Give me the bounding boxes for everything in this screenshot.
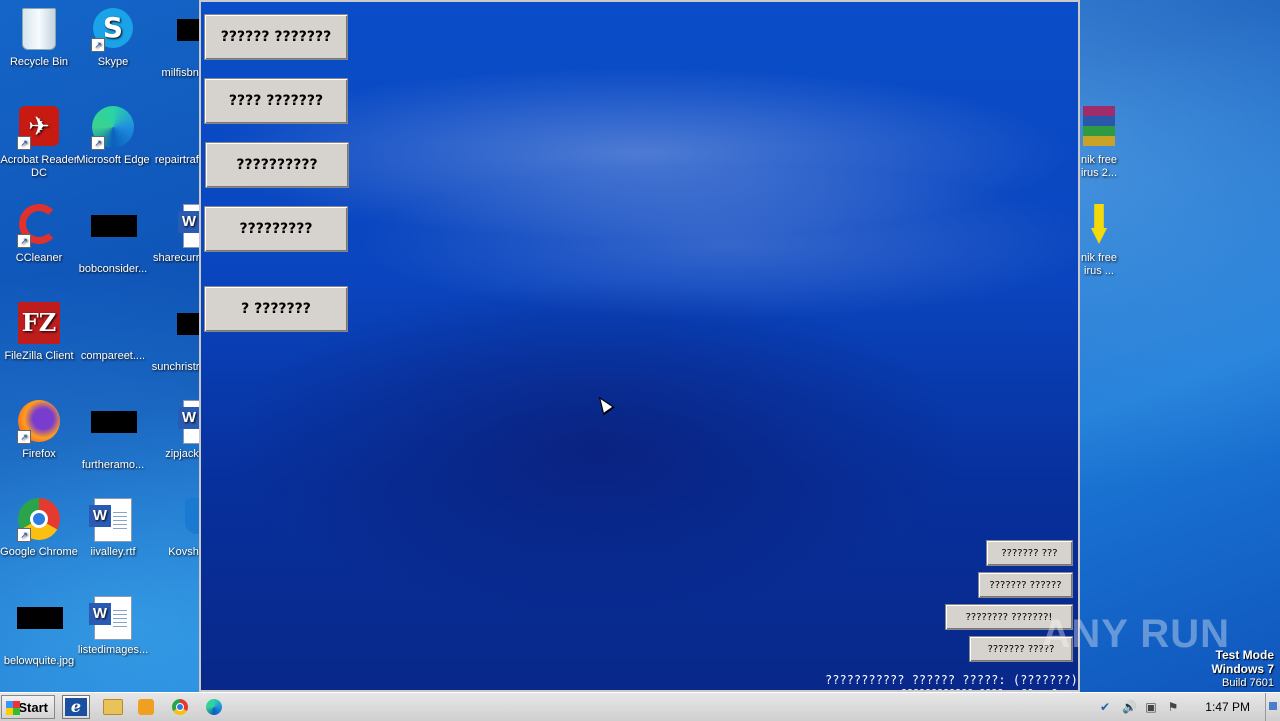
desktop-icon-label: Recycle Bin	[9, 56, 69, 68]
volume-icon[interactable]: 🔊	[1122, 700, 1137, 714]
taskbar-app-ie[interactable]: e	[62, 695, 90, 719]
winrar-icon	[1077, 106, 1121, 150]
desktop-icon-ccleaner[interactable]: ↗ CCleaner	[0, 204, 78, 265]
desktop-icon-firefox[interactable]: ↗ Firefox	[0, 400, 78, 461]
start-button[interactable]: Start	[1, 695, 55, 719]
menu-button-2[interactable]: ???? ???????	[204, 78, 348, 124]
desktop-icon-label: nik free irus ...	[1080, 252, 1118, 277]
menu-button-1[interactable]: ?????? ???????	[204, 14, 348, 60]
mouse-cursor-icon	[593, 392, 615, 416]
test-mode-notice: Test Mode Windows 7 Build 7601	[1211, 648, 1274, 690]
desktop-icon-chrome[interactable]: ↗ Google Chrome	[0, 498, 78, 559]
desktop-icon-skype[interactable]: S ↗ Skype	[74, 8, 152, 69]
chrome-icon: ↗	[17, 498, 61, 542]
show-desktop-button[interactable]	[1265, 693, 1280, 721]
ie-icon: e	[65, 698, 87, 716]
taskbar: Start e ✔ 🔊 ▣ ⚑ 1:47 PM	[0, 692, 1280, 721]
word-document-icon	[155, 204, 221, 248]
download-arrow-icon	[1077, 204, 1121, 248]
desktop-icon-recycle-bin[interactable]: Recycle Bin	[0, 8, 78, 69]
desktop-icon-label: Acrobat Reader DC	[0, 154, 78, 179]
desktop-icon-bobconsider[interactable]: bobconsider...	[74, 204, 152, 276]
app-window: ?????? ??????? ???? ??????? ?????????? ?…	[199, 0, 1080, 692]
desktop-icon-filezilla[interactable]: FZ FileZilla Client	[0, 302, 78, 363]
network-status-icon[interactable]: ✔	[1098, 700, 1112, 714]
folder-icon	[103, 699, 123, 715]
filezilla-icon: FZ	[17, 302, 61, 346]
build-line: Build 7601	[1222, 677, 1274, 689]
desktop-icon-acrobat[interactable]: ✈ ↗ Acrobat Reader DC	[0, 106, 78, 180]
desktop-icon-label: belowquite.jpg	[3, 655, 75, 667]
action-center-flag-icon[interactable]: ⚑	[1166, 700, 1180, 714]
system-tray: ✔ 🔊 ▣ ⚑ 1:47 PM	[1090, 693, 1280, 721]
test-mode-line: Test Mode	[1215, 648, 1274, 662]
action-button-1[interactable]: ??????? ???	[986, 540, 1073, 566]
edge-icon	[206, 699, 222, 715]
desktop-icon-winrar-setup[interactable]: nik free irus 2...	[1072, 106, 1126, 180]
desktop-icon-label: compareet....	[80, 350, 146, 362]
word-document-icon	[89, 596, 135, 640]
desktop-icon-belowquite[interactable]: belowquite.jpg	[0, 596, 78, 668]
edge-icon: ↗	[91, 106, 135, 150]
desktop-icon-label: CCleaner	[15, 252, 63, 264]
word-document-icon	[89, 498, 135, 542]
desktop-icon-compareet[interactable]: compareet....	[74, 302, 152, 363]
windows-version-line: Windows 7	[1211, 662, 1274, 676]
file-icon	[91, 302, 135, 346]
media-player-icon	[138, 699, 154, 715]
skype-icon: S ↗	[91, 8, 135, 52]
desktop-icon-label: bobconsider...	[78, 263, 148, 275]
firefox-icon: ↗	[17, 400, 61, 444]
taskbar-app-edge[interactable]	[200, 695, 228, 719]
action-button-2[interactable]: ??????? ??????	[978, 572, 1073, 598]
clock[interactable]: 1:47 PM	[1205, 693, 1250, 721]
desktop-icon-edge[interactable]: ↗ Microsoft Edge	[74, 106, 152, 167]
ccleaner-icon: ↗	[17, 204, 61, 248]
menu-button-4[interactable]: ?????????	[204, 206, 348, 252]
desktop-icon-furtheramo[interactable]: furtheramo...	[74, 400, 152, 472]
start-label: Start	[18, 700, 48, 715]
bucket-icon	[155, 498, 219, 542]
desktop-icon-label: Skype	[97, 56, 129, 68]
file-icon	[155, 106, 199, 150]
taskbar-app-media-player[interactable]	[132, 695, 160, 719]
acrobat-icon: ✈ ↗	[17, 106, 61, 150]
desktop-icon-label: Firefox	[22, 448, 56, 460]
desktop-icon-listedimages[interactable]: listedimages...	[74, 596, 152, 657]
file-icon	[91, 215, 137, 259]
menu-button-3[interactable]: ??????????	[205, 142, 349, 188]
file-icon	[91, 411, 137, 455]
watermark: ANY RUN	[1041, 612, 1230, 656]
menu-button-5[interactable]: ? ???????	[204, 286, 348, 332]
desktop-icon-iivalley[interactable]: iivalley.rtf	[74, 498, 152, 559]
desktop-icon-label: Google Chrome	[0, 546, 78, 558]
windows-flag-icon	[6, 701, 20, 715]
desktop-icon-label: iivalley.rtf	[90, 546, 136, 558]
word-document-icon	[155, 400, 221, 444]
taskbar-app-chrome[interactable]	[166, 695, 194, 719]
status-line-1: ??????????? ?????? ?????: (???????)	[825, 673, 1078, 687]
desktop-icon-label: Microsoft Edge	[76, 154, 150, 166]
desktop-icon-label: furtheramo...	[81, 459, 145, 471]
network-icon[interactable]: ▣	[1144, 700, 1158, 714]
desktop-icon-installer[interactable]: nik free irus ...	[1072, 204, 1126, 278]
desktop-icon-label: FileZilla Client	[4, 350, 74, 362]
image-file-icon	[17, 607, 63, 651]
taskbar-app-explorer[interactable]	[99, 695, 127, 719]
recycle-bin-icon	[17, 8, 61, 52]
chrome-icon	[172, 699, 188, 715]
desktop-icon-label: nik free irus 2...	[1080, 154, 1118, 179]
file-icon	[155, 19, 223, 63]
file-icon	[155, 313, 223, 357]
desktop-icon-label: listedimages...	[77, 644, 149, 656]
